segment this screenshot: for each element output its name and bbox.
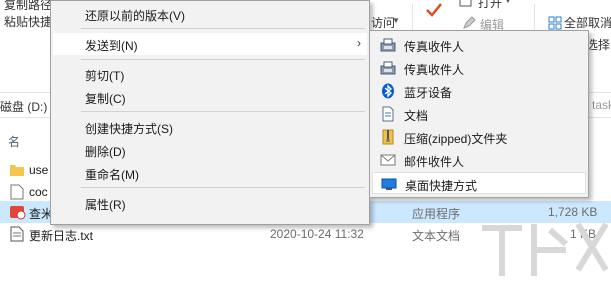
submenu-item-label: 蓝牙设备: [404, 86, 453, 100]
app-icon: [10, 204, 26, 220]
submenu-item-desktop-shortcut[interactable]: 桌面快捷方式: [372, 172, 586, 194]
file-name: 更新日志.txt: [29, 229, 94, 243]
checkmark-icon[interactable]: [424, 0, 444, 20]
menu-item-restore[interactable]: 还原以前的版本(V): [53, 3, 367, 25]
edit-icon: [462, 16, 476, 30]
menu-item-properties[interactable]: 属性(R): [53, 192, 367, 214]
menu-item-label: 复制(C): [85, 92, 126, 106]
submenu-item-documents[interactable]: 文档: [372, 103, 586, 125]
send-to-submenu: 传真收件人 传真收件人 蓝牙设备 文档 压缩(zipped)文件夹 邮件收件人: [369, 30, 589, 198]
submenu-item-fax[interactable]: 传真收件人: [372, 57, 586, 79]
menu-item-send-to[interactable]: 发送到(N) ›: [53, 33, 367, 55]
file-type: 应用程序: [412, 207, 461, 221]
folder-icon: [10, 162, 24, 178]
submenu-item-label: 传真收件人: [404, 40, 465, 54]
watermark-logo: [470, 210, 611, 282]
file-name: coc: [29, 185, 48, 199]
submenu-item-fax[interactable]: 传真收件人: [372, 34, 586, 56]
file-icon: [10, 184, 24, 200]
zip-folder-icon: [380, 129, 396, 145]
menu-item-copy[interactable]: 复制(C): [53, 86, 367, 108]
menu-separator: [81, 187, 365, 188]
file-type: 文本文档: [412, 229, 461, 243]
fax-icon: [380, 60, 396, 76]
menu-item-delete[interactable]: 删除(D): [53, 139, 367, 161]
select-none-label[interactable]: 全部取消: [564, 14, 611, 31]
mail-icon: [380, 152, 396, 168]
submenu-item-label: 传真收件人: [404, 63, 465, 77]
menu-item-create-shortcut[interactable]: 创建快捷方式(S): [53, 116, 367, 138]
submenu-item-mail[interactable]: 邮件收件人: [372, 149, 586, 171]
open-label[interactable]: 打开: [478, 0, 502, 11]
document-icon: [380, 106, 396, 122]
menu-item-label: 创建快捷方式(S): [85, 122, 173, 136]
menu-item-label: 发送到(N): [85, 39, 138, 53]
menu-separator: [81, 111, 365, 112]
submenu-item-label: 压缩(zipped)文件夹: [404, 132, 508, 146]
file-date: 2020-10-24 11:32: [270, 227, 364, 241]
bluetooth-icon: [380, 83, 396, 99]
submenu-item-label: 文档: [404, 109, 429, 123]
menu-item-label: 删除(D): [85, 145, 126, 159]
select-label[interactable]: 选择: [586, 36, 610, 53]
open-icon[interactable]: [459, 0, 473, 8]
submenu-item-bluetooth[interactable]: 蓝牙设备: [372, 80, 586, 102]
submenu-arrow-icon: ›: [357, 36, 361, 50]
column-header-name[interactable]: 名: [8, 133, 20, 150]
file-name: use: [29, 163, 49, 177]
menu-separator: [81, 28, 365, 29]
menu-item-cut[interactable]: 剪切(T): [53, 63, 367, 85]
open-dropdown-icon[interactable]: ▼: [504, 0, 512, 5]
submenu-item-label: 桌面快捷方式: [405, 179, 478, 193]
menu-item-label: 属性(R): [85, 198, 126, 212]
submenu-item-zip[interactable]: 压缩(zipped)文件夹: [372, 126, 586, 148]
fax-icon: [380, 37, 396, 53]
menu-separator: [81, 59, 365, 60]
access-dropdown-icon[interactable]: ▼: [392, 16, 400, 25]
copy-path-label[interactable]: 复制路径: [4, 0, 52, 13]
text-file-icon: [10, 226, 24, 242]
menu-item-label: 还原以前的版本(V): [85, 9, 185, 23]
menu-item-label: 剪切(T): [85, 69, 125, 83]
select-none-icon: [548, 16, 562, 30]
menu-item-rename[interactable]: 重命名(M): [53, 162, 367, 184]
context-menu: 还原以前的版本(V) 发送到(N) › 剪切(T) 复制(C) 创建快捷方式(S…: [50, 0, 370, 225]
address-drive[interactable]: 磁盘 (D:): [0, 98, 47, 115]
select-all-icon: [546, 0, 560, 8]
menu-item-label: 重命名(M): [85, 168, 139, 182]
submenu-item-label: 邮件收件人: [404, 155, 465, 169]
search-box-fragment[interactable]: task: [592, 98, 611, 112]
desktop-icon: [381, 176, 397, 192]
paste-shortcut-label[interactable]: 粘贴快捷: [4, 13, 52, 30]
